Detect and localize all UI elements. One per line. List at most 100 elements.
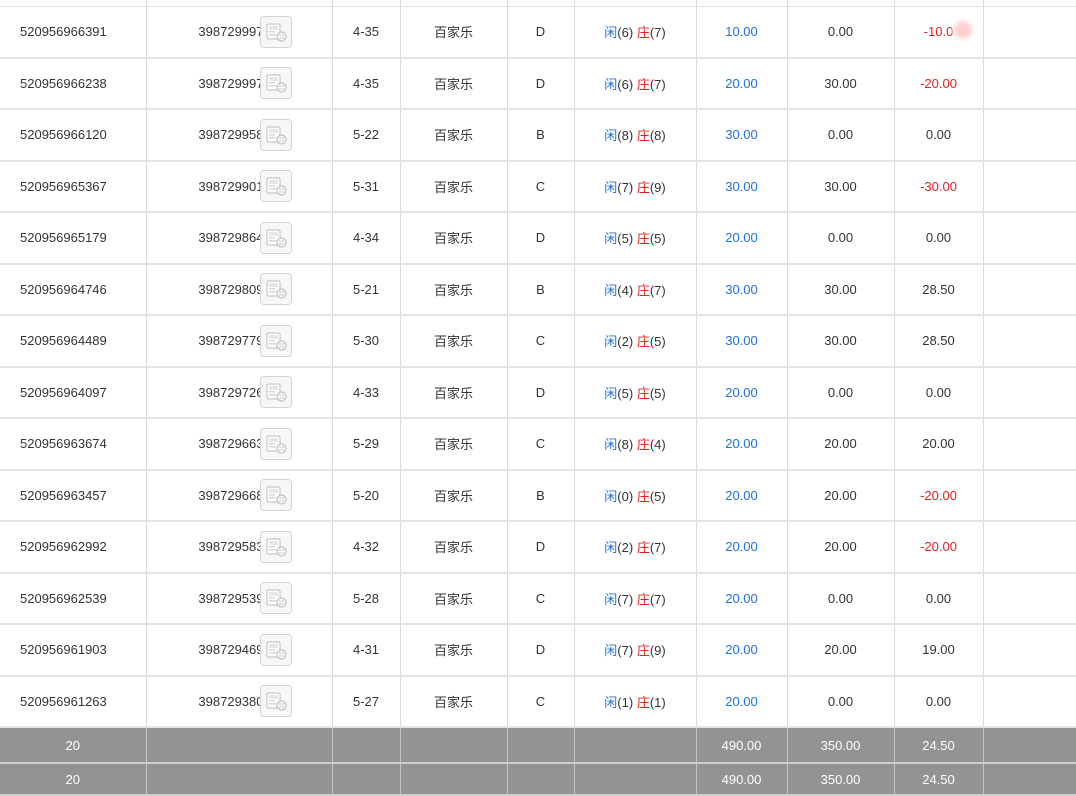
table-id-cell: 398729668 bbox=[146, 469, 333, 522]
shoe-round-cell: 4-34 bbox=[332, 212, 401, 265]
player-score: (7) bbox=[617, 179, 634, 195]
win-loss-wrap: -20.00 bbox=[920, 488, 957, 503]
bet-amount-cell: 30.00 bbox=[696, 315, 788, 368]
total-count-cell: 20 bbox=[0, 727, 147, 764]
table-id-cell: 398729380 bbox=[146, 675, 333, 728]
bet-id-cell: 520956964746 bbox=[0, 263, 147, 316]
result-image-icon[interactable] bbox=[259, 582, 292, 615]
player-label: 闲 bbox=[604, 76, 618, 92]
total-valid-bet-cell: 350.00 bbox=[787, 727, 895, 764]
player-score: (2) bbox=[617, 540, 634, 556]
table-id-cell: 398729809 bbox=[146, 263, 333, 316]
bet-id-cell: 520956966120 bbox=[0, 109, 147, 162]
player-score: (8) bbox=[617, 437, 634, 453]
win-loss-cell: 0.00 bbox=[894, 675, 984, 728]
banker-score: (7) bbox=[649, 76, 666, 92]
shoe-round-cell: 4-33 bbox=[332, 366, 401, 419]
result-image-icon[interactable] bbox=[259, 67, 292, 100]
game-name-cell: 百家乐 bbox=[400, 366, 508, 419]
banker-label: 庄 bbox=[636, 488, 650, 504]
table-letter-cell: C bbox=[507, 418, 575, 471]
banker-label: 庄 bbox=[636, 437, 650, 453]
result-image-icon[interactable] bbox=[259, 427, 292, 460]
result-image-icon[interactable] bbox=[259, 530, 292, 563]
result-cell: 闲(5) 庄(5) bbox=[574, 366, 697, 419]
bet-id-cell: 520956966238 bbox=[0, 57, 147, 110]
total-bet-amount-cell: 490.00 bbox=[696, 763, 788, 796]
table-id-cell: 398729663 bbox=[146, 418, 333, 471]
table-id: 398729380 bbox=[198, 693, 264, 709]
game-name-cell: 百家乐 bbox=[400, 6, 508, 59]
win-loss-value: 19.00 bbox=[922, 642, 955, 658]
shoe-round-cell: 5-30 bbox=[332, 315, 401, 368]
game-name-cell: 百家乐 bbox=[400, 57, 508, 110]
player-label: 闲 bbox=[604, 540, 618, 556]
table-letter-cell: D bbox=[507, 6, 575, 59]
shoe-round-cell: 5-22 bbox=[332, 109, 401, 162]
win-loss-cell: 0.00 bbox=[894, 366, 984, 419]
win-loss-wrap: -10.0 bbox=[924, 18, 975, 43]
result-image-icon[interactable] bbox=[259, 118, 292, 151]
result-image-icon[interactable] bbox=[259, 170, 292, 203]
extra-cell bbox=[983, 418, 1076, 471]
bet-id-cell: 520956965179 bbox=[0, 212, 147, 265]
table-row: 520956964746 398729809 5-21 百家乐 B 闲(4) 庄… bbox=[0, 263, 1076, 316]
result-cell: 闲(4) 庄(7) bbox=[574, 263, 697, 316]
game-name-cell: 百家乐 bbox=[400, 160, 508, 213]
player-label: 闲 bbox=[604, 231, 618, 247]
valid-bet-cell: 0.00 bbox=[787, 212, 895, 265]
table-id: 398729958 bbox=[198, 127, 264, 143]
banker-label: 庄 bbox=[636, 694, 650, 710]
win-loss-value: 0.00 bbox=[925, 230, 952, 246]
table-letter-cell: B bbox=[507, 469, 575, 522]
result-cell: 闲(8) 庄(4) bbox=[574, 418, 697, 471]
result-image-icon[interactable] bbox=[259, 376, 292, 409]
win-loss-wrap: 19.00 bbox=[922, 642, 955, 657]
bet-id-cell: 520956964489 bbox=[0, 315, 147, 368]
extra-cell bbox=[983, 212, 1076, 265]
table-id-cell: 398729997 bbox=[146, 57, 333, 110]
result-image-icon[interactable] bbox=[259, 479, 292, 512]
result-image-icon[interactable] bbox=[259, 221, 292, 254]
player-label: 闲 bbox=[604, 25, 618, 41]
win-loss-value: -20.00 bbox=[920, 75, 957, 91]
player-label: 闲 bbox=[604, 334, 618, 350]
table-letter-cell: C bbox=[507, 675, 575, 728]
table-letter-cell: D bbox=[507, 521, 575, 574]
player-label: 闲 bbox=[604, 591, 618, 607]
table-letter-cell: D bbox=[507, 366, 575, 419]
result-image-icon[interactable] bbox=[259, 273, 292, 306]
valid-bet-cell: 30.00 bbox=[787, 160, 895, 213]
valid-bet-cell: 0.00 bbox=[787, 6, 895, 59]
table-id-cell: 398729469 bbox=[146, 624, 333, 677]
player-score: (6) bbox=[617, 25, 634, 41]
table-id: 398729997 bbox=[198, 75, 264, 91]
win-loss-wrap: 28.50 bbox=[922, 333, 955, 348]
banker-label: 庄 bbox=[636, 643, 650, 659]
result-cell: 闲(7) 庄(9) bbox=[574, 160, 697, 213]
result-image-icon[interactable] bbox=[259, 324, 292, 357]
result-image-icon[interactable] bbox=[259, 685, 292, 718]
win-loss-wrap: 28.50 bbox=[922, 282, 955, 297]
valid-bet-cell: 30.00 bbox=[787, 57, 895, 110]
table-id: 398729539 bbox=[198, 590, 264, 606]
win-loss-wrap: -20.00 bbox=[920, 76, 957, 91]
table-row: 520956964489 398729779 5-30 百家乐 C 闲(2) 庄… bbox=[0, 315, 1076, 368]
table-row: 520956961263 398729380 5-27 百家乐 C 闲(1) 庄… bbox=[0, 675, 1076, 728]
player-label: 闲 bbox=[604, 437, 618, 453]
result-image-icon[interactable] bbox=[259, 15, 292, 48]
banker-label: 庄 bbox=[636, 128, 650, 144]
table-id: 398729901 bbox=[198, 178, 264, 194]
shoe-round-cell: 5-31 bbox=[332, 160, 401, 213]
shoe-round-cell: 5-28 bbox=[332, 572, 401, 625]
result-image-icon[interactable] bbox=[259, 633, 292, 666]
table-row: 520956962539 398729539 5-28 百家乐 C 闲(7) 庄… bbox=[0, 572, 1076, 625]
table-id-cell: 398729864 bbox=[146, 212, 333, 265]
valid-bet-cell: 0.00 bbox=[787, 366, 895, 419]
table-row: 520956963457 398729668 5-20 百家乐 B 闲(0) 庄… bbox=[0, 469, 1076, 522]
player-label: 闲 bbox=[604, 643, 618, 659]
win-loss-value: 0.00 bbox=[925, 590, 952, 606]
banker-label: 庄 bbox=[636, 334, 650, 350]
bet-amount-cell: 30.00 bbox=[696, 263, 788, 316]
table-letter-cell: D bbox=[507, 624, 575, 677]
